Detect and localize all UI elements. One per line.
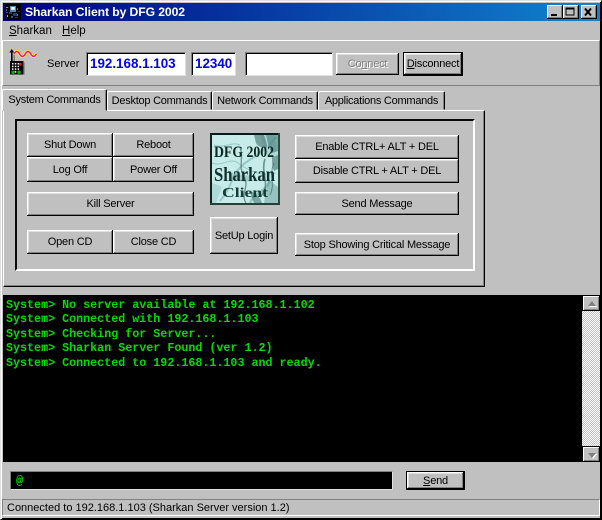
- svg-text:DFG 2002: DFG 2002: [214, 144, 274, 161]
- svg-text:Sharkan: Sharkan: [214, 164, 275, 186]
- svg-text:Client: Client: [222, 185, 269, 200]
